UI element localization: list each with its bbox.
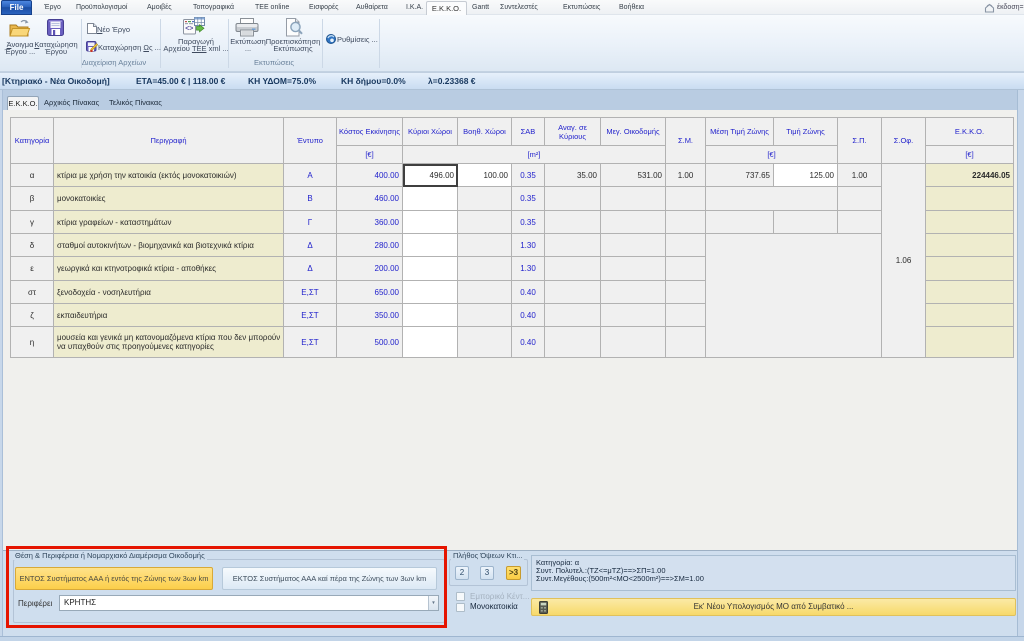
svg-text:<>: <> (185, 26, 193, 33)
